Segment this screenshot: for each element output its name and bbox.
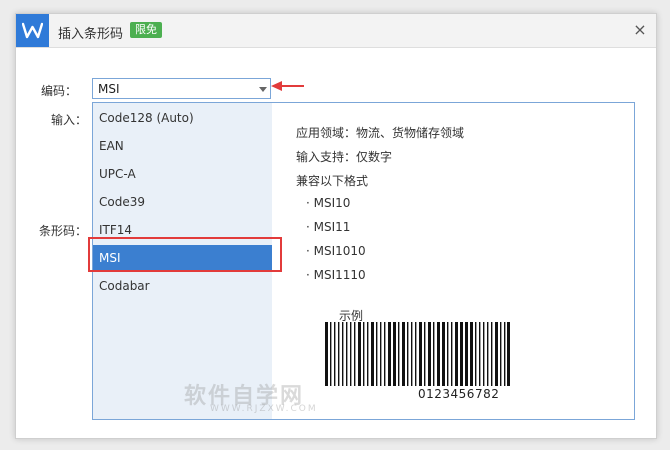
option-codabar[interactable]: Codabar	[93, 273, 272, 299]
encoding-select[interactable]: MSI	[92, 78, 271, 99]
barcode-label: 条形码：	[39, 224, 88, 238]
title-bar: 插入条形码 限免 ×	[16, 14, 656, 48]
chevron-down-icon[interactable]	[259, 87, 267, 92]
encoding-label: 编码：	[41, 84, 78, 98]
insert-barcode-dialog: 插入条形码 限免 × 编码： 输入： 条形码： MSI Code128 (Aut…	[15, 13, 657, 439]
info-compatible: 兼容以下格式	[296, 174, 369, 188]
format-msi11: · MSI11	[306, 220, 351, 234]
red-arrow-annotation	[271, 81, 304, 91]
encoding-select-value: MSI	[98, 82, 120, 96]
option-upc-a[interactable]: UPC-A	[93, 161, 272, 187]
watermark-url: WWW.RJZXW.COM	[210, 404, 318, 414]
option-code128-auto[interactable]: Code128 (Auto)	[93, 105, 272, 131]
option-ean[interactable]: EAN	[93, 133, 272, 159]
info-input-support: 输入支持：仅数字	[296, 150, 393, 164]
dialog-title: 插入条形码	[58, 27, 124, 42]
option-code39[interactable]: Code39	[93, 189, 272, 215]
format-msi1010: · MSI1010	[306, 244, 366, 258]
example-digits: 0123456782	[418, 387, 500, 401]
format-msi10: · MSI10	[306, 196, 351, 210]
wps-logo-icon	[16, 14, 49, 47]
free-badge: 限免	[130, 22, 162, 38]
info-applications: 应用领域：物流、货物储存领域	[296, 126, 465, 140]
selection-highlight-box	[88, 237, 282, 272]
example-barcode-image	[325, 322, 510, 386]
format-msi1110: · MSI1110	[306, 268, 366, 282]
input-label: 输入：	[51, 113, 88, 127]
close-icon[interactable]: ×	[630, 20, 650, 40]
